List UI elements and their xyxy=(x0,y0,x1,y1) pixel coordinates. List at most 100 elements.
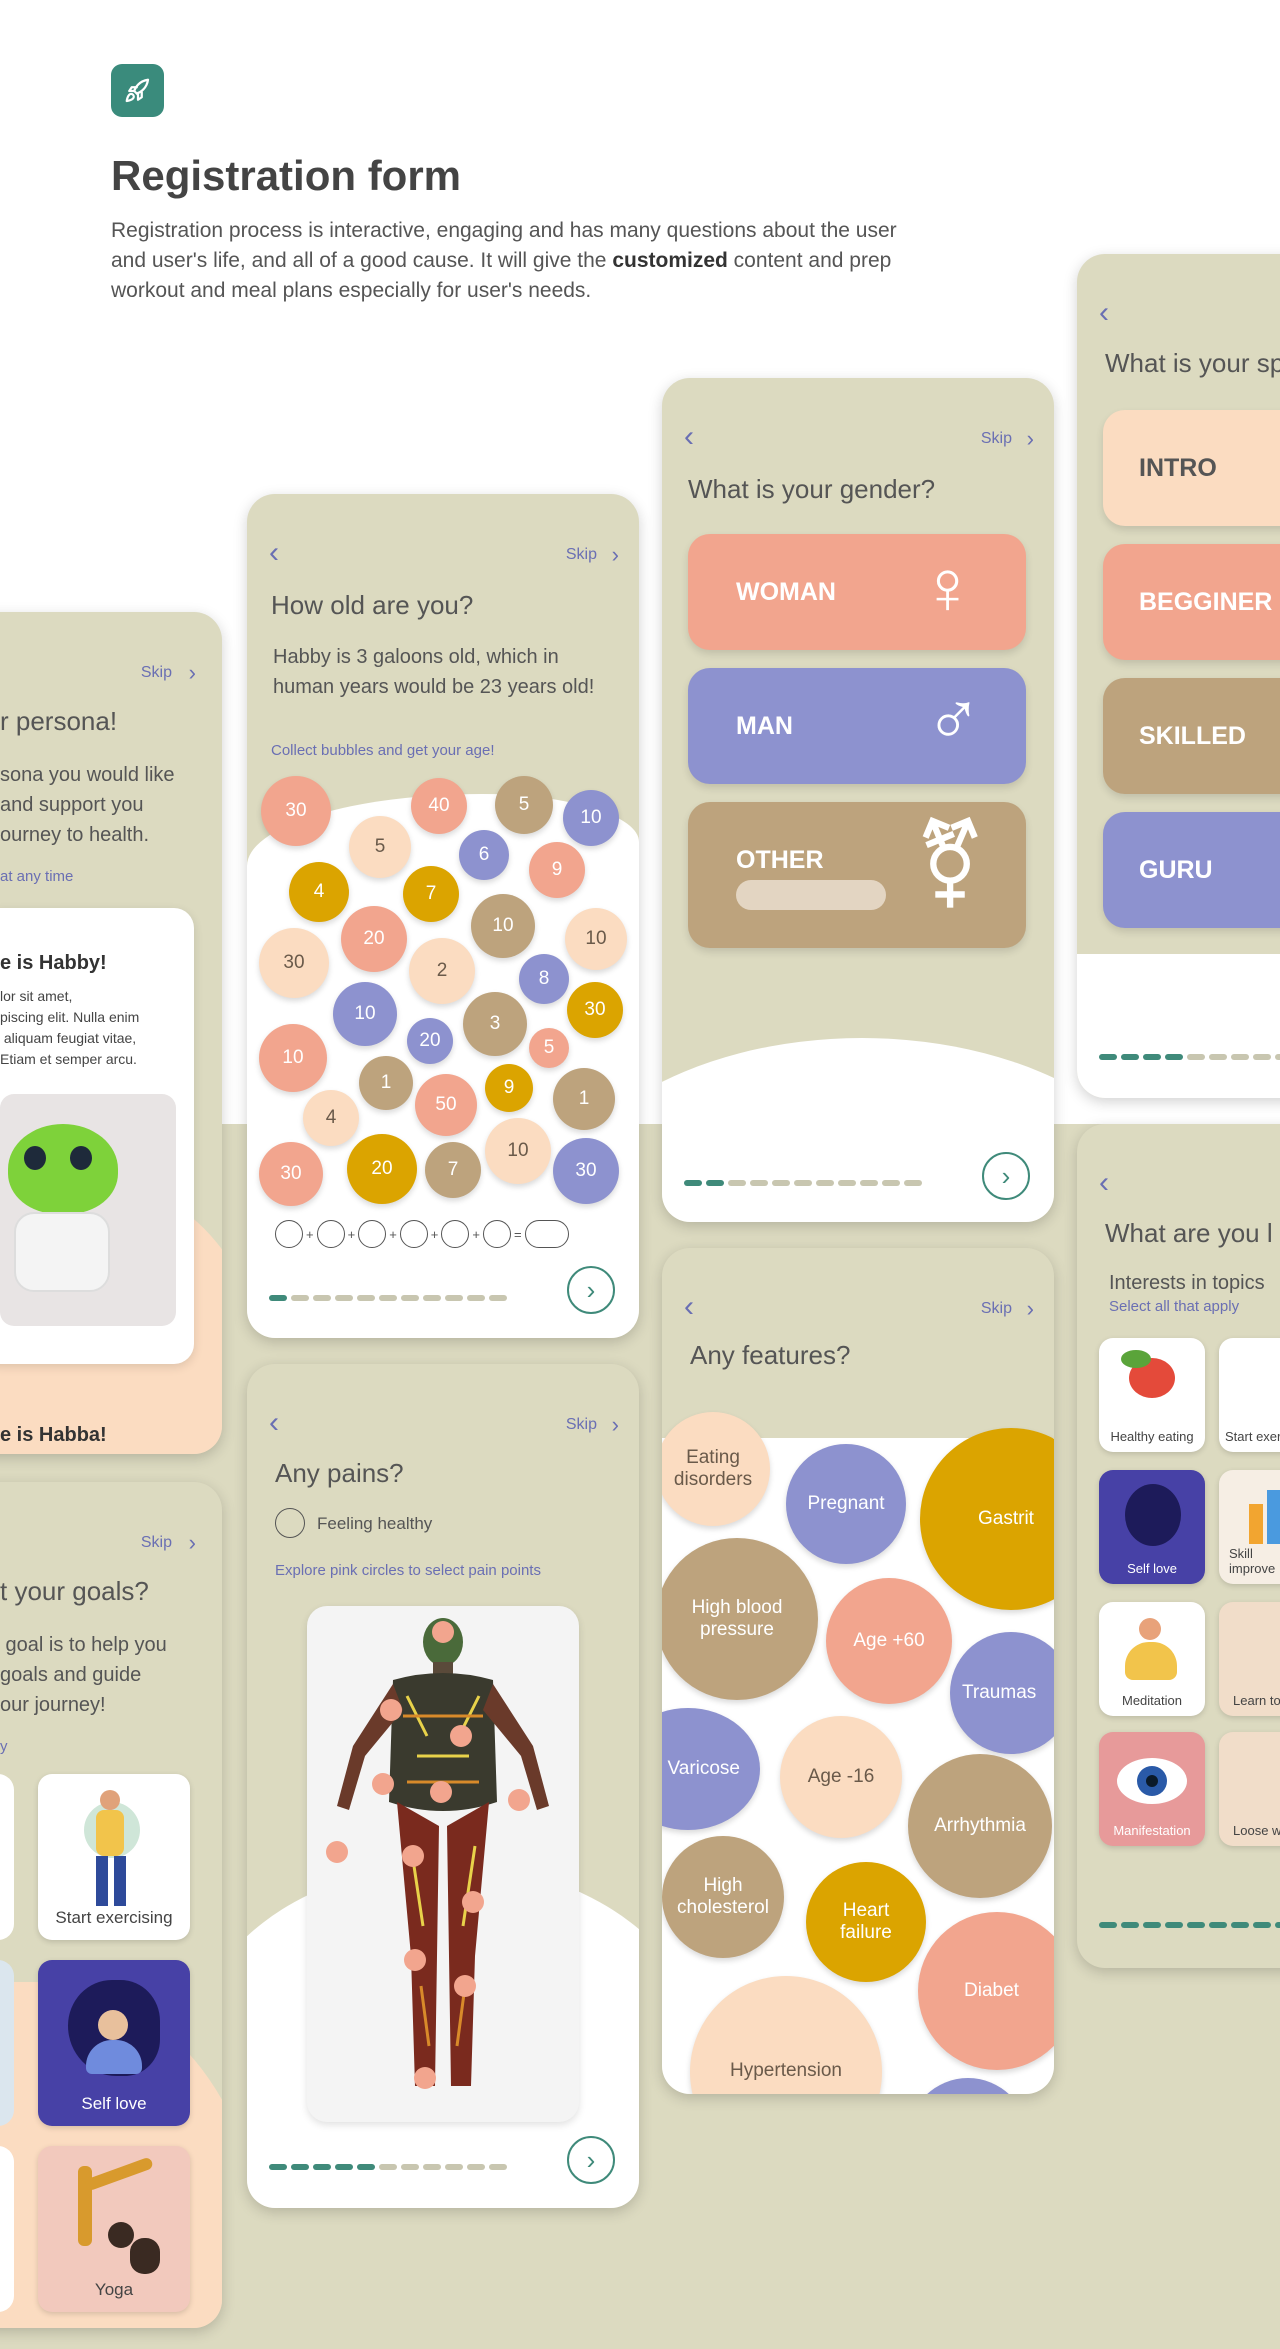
back-button[interactable]: ‹ xyxy=(684,422,694,452)
features-screen: ‹ Skip › Any features? Eating disorders … xyxy=(662,1248,1054,2094)
back-button[interactable]: ‹ xyxy=(269,538,279,568)
feature-bubble[interactable]: Age +60 xyxy=(826,1578,952,1704)
age-bubble[interactable]: 3 xyxy=(463,992,527,1056)
skip-button[interactable]: Skip xyxy=(566,1416,597,1434)
chevron-right-icon: › xyxy=(1026,426,1034,451)
age-bubble[interactable]: 20 xyxy=(341,906,407,972)
goal-tile-partial[interactable] xyxy=(0,1960,14,2126)
back-button[interactable]: ‹ xyxy=(1099,1168,1109,1198)
age-bubble[interactable]: 30 xyxy=(567,982,623,1038)
age-bubble[interactable]: 9 xyxy=(485,1064,533,1112)
option-label: GURU xyxy=(1139,855,1213,884)
age-bubble[interactable]: 6 xyxy=(459,830,509,880)
feeling-healthy-radio[interactable] xyxy=(275,1508,305,1538)
skip-button[interactable]: Skip xyxy=(566,546,597,564)
age-bubble[interactable]: 5 xyxy=(349,816,411,878)
age-bubble[interactable]: 8 xyxy=(519,954,569,1004)
goal-tile-yoga[interactable]: Yoga xyxy=(38,2146,190,2312)
question: r persona! xyxy=(0,706,118,736)
age-bubble[interactable]: 10 xyxy=(565,908,627,970)
human-body-figure xyxy=(326,1618,549,2089)
age-bubble[interactable]: 4 xyxy=(289,862,349,922)
age-bubble[interactable]: 1 xyxy=(359,1056,413,1110)
feature-bubble[interactable]: Pregnant xyxy=(786,1444,906,1564)
age-bubble[interactable]: 10 xyxy=(485,1118,551,1184)
chevron-right-icon: › xyxy=(611,1412,619,1437)
gender-option-man[interactable]: MAN ♂ xyxy=(688,668,1026,784)
persona-note: at any time xyxy=(0,868,74,885)
back-button[interactable]: ‹ xyxy=(1099,298,1109,328)
next-button[interactable]: › xyxy=(982,1152,1030,1200)
interest-tile-learn-to[interactable]: Learn to xyxy=(1219,1602,1280,1716)
age-bubble[interactable]: 2 xyxy=(409,938,475,1004)
gender-option-other[interactable]: OTHER ⚧ xyxy=(688,802,1026,948)
goal-tile-start-exercising[interactable]: Start exercising xyxy=(38,1774,190,1940)
skip-button[interactable]: Skip xyxy=(981,1300,1012,1318)
persona-card-text: lor sit amet, piscing elit. Nulla enim a… xyxy=(0,988,140,1067)
next-button[interactable]: › xyxy=(567,1266,615,1314)
age-bubble[interactable]: 20 xyxy=(407,1018,453,1064)
question: What is your sp xyxy=(1105,348,1280,378)
persona-card: e is Habby! lor sit amet, piscing elit. … xyxy=(0,908,194,1364)
option-label: OTHER xyxy=(736,846,824,874)
interest-tile-self-love[interactable]: Self love xyxy=(1099,1470,1205,1584)
question: What is your gender? xyxy=(688,474,936,504)
goals-text: goal is to help you goals and guide our … xyxy=(0,1634,167,1716)
persona-text: sona you would like and support you ourn… xyxy=(0,764,175,846)
transgender-symbol-icon: ⚧ xyxy=(913,816,986,912)
question: What are you l xyxy=(1105,1218,1273,1248)
skip-button[interactable]: Skip xyxy=(141,1534,172,1552)
age-bubble[interactable]: 1 xyxy=(553,1068,615,1130)
age-bubble[interactable]: 40 xyxy=(411,778,467,834)
age-bubble[interactable]: 10 xyxy=(333,982,397,1046)
pains-hint: Explore pink circles to select pain poin… xyxy=(275,1562,541,1579)
level-option-begginer[interactable]: BEGGINER xyxy=(1103,544,1280,660)
age-bubble[interactable]: 10 xyxy=(563,790,619,846)
level-option-skilled[interactable]: SKILLED xyxy=(1103,678,1280,794)
feature-bubble[interactable]: High blood pressure xyxy=(662,1538,818,1700)
gender-screen: ‹ Skip › What is your gender? WOMAN ♀ MA… xyxy=(662,378,1054,1222)
back-button[interactable]: ‹ xyxy=(269,1408,279,1438)
age-bubble[interactable]: 30 xyxy=(259,928,329,998)
age-bubble[interactable]: 30 xyxy=(261,776,331,846)
age-bubble[interactable]: 30 xyxy=(553,1138,619,1204)
goal-tile-partial[interactable] xyxy=(0,1774,14,1940)
tile-label: Start exercising xyxy=(55,1908,173,1927)
feature-bubble[interactable]: Age -16 xyxy=(780,1716,902,1838)
level-option-intro[interactable]: INTRO xyxy=(1103,410,1280,526)
interest-tile-healthy-eating[interactable]: Healthy eating xyxy=(1099,1338,1205,1452)
option-label: WOMAN xyxy=(736,577,836,606)
age-bubble[interactable]: 10 xyxy=(259,1024,327,1092)
pains-screen: ‹ Skip › Any pains? Feeling healthy Expl… xyxy=(247,1364,639,2208)
interest-tile-meditation[interactable]: Meditation xyxy=(1099,1602,1205,1716)
age-bubble[interactable]: 20 xyxy=(347,1134,417,1204)
age-bubble[interactable]: 9 xyxy=(529,842,585,898)
age-bubble[interactable]: 4 xyxy=(303,1090,359,1146)
age-bubble[interactable]: 50 xyxy=(415,1074,477,1136)
age-bubble[interactable]: 5 xyxy=(495,776,553,834)
skip-button[interactable]: Skip xyxy=(141,664,172,682)
feature-bubble[interactable]: Heart failure xyxy=(806,1862,926,1982)
question: Any pains? xyxy=(275,1458,404,1488)
age-bubble[interactable]: 5 xyxy=(529,1028,569,1068)
feature-bubble[interactable]: High cholesterol xyxy=(662,1836,784,1958)
goal-tile-partial[interactable] xyxy=(0,2146,14,2312)
skip-button[interactable]: Skip xyxy=(981,430,1012,448)
age-bubble[interactable]: 7 xyxy=(425,1142,481,1198)
back-button[interactable]: ‹ xyxy=(684,1292,694,1322)
age-bubble[interactable]: 7 xyxy=(403,866,459,922)
interest-tile-start-exer[interactable]: Start exer xyxy=(1219,1338,1280,1452)
gender-option-woman[interactable]: WOMAN ♀ xyxy=(688,534,1026,650)
age-bubble[interactable]: 30 xyxy=(259,1142,323,1206)
next-button[interactable]: › xyxy=(567,2136,615,2184)
interest-tile-manifestation[interactable]: Manifestation xyxy=(1099,1732,1205,1846)
goal-tile-self-love[interactable]: Self love xyxy=(38,1960,190,2126)
interests-subtitle: Interests in topics xyxy=(1109,1272,1265,1294)
interest-tile-loose-w[interactable]: Loose w xyxy=(1219,1732,1280,1846)
interest-tile-skill-improve[interactable]: Skill improve xyxy=(1219,1470,1280,1584)
level-option-guru[interactable]: GURU xyxy=(1103,812,1280,928)
feature-bubble[interactable]: Arrhythmia xyxy=(908,1754,1052,1898)
age-bubble[interactable]: 10 xyxy=(471,894,535,958)
progress-bar xyxy=(684,1180,922,1186)
other-input[interactable] xyxy=(736,880,886,910)
